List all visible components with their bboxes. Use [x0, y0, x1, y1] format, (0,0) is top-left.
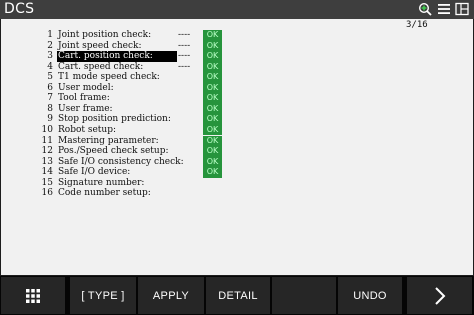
row-label[interactable]: Mastering parameter: [58, 136, 159, 147]
row-number: 3 [47, 51, 53, 62]
row-label[interactable]: Signature number: [58, 178, 144, 189]
check-row[interactable]: 4 Cart. speed check: ---- OK [1, 61, 473, 73]
ok-status-badge: OK [203, 167, 222, 178]
check-row[interactable]: 14 Safe I/O device: OK [1, 167, 473, 178]
check-row[interactable]: 13 Safe I/O consistency check: OK [1, 156, 473, 168]
row-dashes: ---- [178, 40, 191, 51]
title-bar: DCS [0, 0, 474, 19]
row-dashes: ---- [178, 30, 191, 40]
check-row[interactable]: 16 Code number setup: [1, 188, 473, 199]
row-label[interactable]: T1 mode speed check: [58, 72, 160, 83]
ok-status-badge: OK [203, 51, 222, 62]
check-row[interactable]: 5 T1 mode speed check: OK [1, 72, 473, 83]
row-number: 10 [41, 124, 53, 135]
row-number: 15 [41, 177, 53, 188]
check-row[interactable]: 7 Tool frame: OK [1, 93, 473, 104]
split-screen-icon[interactable] [455, 2, 469, 16]
teach-pendant-screen: DCS 3/16 1 Joint position check: ---- OK 2 Jo… [0, 0, 474, 315]
row-label[interactable]: User model: [58, 83, 114, 94]
detail-key[interactable]: DETAIL [206, 277, 270, 314]
ok-status-badge: OK [203, 156, 222, 168]
row-number: 6 [47, 82, 53, 93]
check-row[interactable]: 9 Stop position prediction: OK [1, 114, 473, 125]
row-label[interactable]: Joint speed check: [58, 41, 142, 52]
row-dashes: ---- [178, 51, 191, 62]
chevron-right-icon [434, 286, 445, 305]
check-row[interactable]: 1 Joint position check: ---- OK [1, 30, 473, 41]
row-label[interactable]: Safe I/O device: [58, 167, 130, 178]
ok-status-badge: OK [203, 146, 222, 157]
row-label[interactable]: Safe I/O consistency check: [58, 157, 184, 168]
check-row[interactable]: 11 Mastering parameter: OK [1, 135, 473, 147]
menu-icon[interactable] [437, 2, 451, 16]
next-key[interactable] [407, 277, 472, 314]
row-label[interactable]: Robot setup: [58, 125, 116, 136]
row-number: 4 [47, 61, 53, 72]
grid-menu-key[interactable] [1, 277, 65, 314]
undo-key[interactable]: UNDO [338, 277, 402, 314]
check-row[interactable]: 3 Cart. position check: ---- OK [1, 51, 473, 62]
row-number: 5 [47, 72, 53, 83]
f4-key[interactable] [272, 277, 336, 314]
ok-status-badge: OK [203, 30, 222, 41]
ok-status-badge: OK [203, 114, 222, 125]
type-key[interactable]: [ TYPE ] [70, 277, 136, 314]
row-number: 16 [41, 188, 53, 199]
row-label[interactable]: Stop position prediction: [58, 114, 171, 125]
row-number: 14 [41, 167, 53, 178]
apply-key[interactable]: APPLY [138, 277, 204, 314]
row-label[interactable]: Cart. speed check: [58, 62, 143, 73]
ok-status-badge: OK [203, 93, 222, 104]
ok-status-badge: OK [203, 82, 222, 94]
row-number: 8 [47, 103, 53, 114]
row-label[interactable]: User frame: [58, 104, 113, 115]
row-number: 9 [47, 114, 53, 125]
row-label[interactable]: Tool frame: [58, 93, 110, 104]
row-label[interactable]: Pos./Speed check setup: [58, 146, 169, 157]
check-row[interactable]: 15 Signature number: [1, 178, 473, 189]
row-dashes: ---- [178, 61, 191, 72]
row-number: 11 [41, 135, 53, 146]
selected-row-label[interactable]: Cart. position check: [57, 51, 177, 62]
check-row[interactable]: 10 Robot setup: OK [1, 124, 473, 136]
check-row[interactable]: 12 Pos./Speed check setup: OK [1, 146, 473, 157]
dcs-status-panel: 3/16 1 Joint position check: ---- OK 2 Joint … [1, 19, 473, 275]
ok-status-badge: OK [203, 135, 222, 146]
window-title: DCS [4, 1, 35, 17]
row-number: 7 [47, 93, 53, 104]
ok-status-badge: OK [203, 103, 222, 115]
row-number: 13 [41, 156, 53, 167]
ok-status-badge: OK [203, 61, 222, 73]
check-row[interactable]: 8 User frame: OK [1, 103, 473, 115]
row-number: 2 [47, 40, 53, 51]
zoom-icon[interactable] [418, 2, 432, 16]
row-label[interactable]: Code number setup: [58, 188, 151, 199]
ok-status-badge: OK [203, 124, 222, 136]
check-row[interactable]: 2 Joint speed check: ---- OK [1, 40, 473, 52]
function-key-bar: [ TYPE ] APPLY DETAIL UNDO [0, 276, 474, 315]
row-number: 1 [47, 30, 53, 40]
grid-icon [26, 288, 40, 303]
row-number: 12 [41, 146, 53, 157]
ok-status-badge: OK [203, 72, 222, 83]
ok-status-badge: OK [203, 40, 222, 52]
check-row[interactable]: 6 User model: OK [1, 82, 473, 94]
row-label[interactable]: Joint position check: [58, 30, 151, 41]
page-indicator: 3/16 [406, 20, 428, 30]
